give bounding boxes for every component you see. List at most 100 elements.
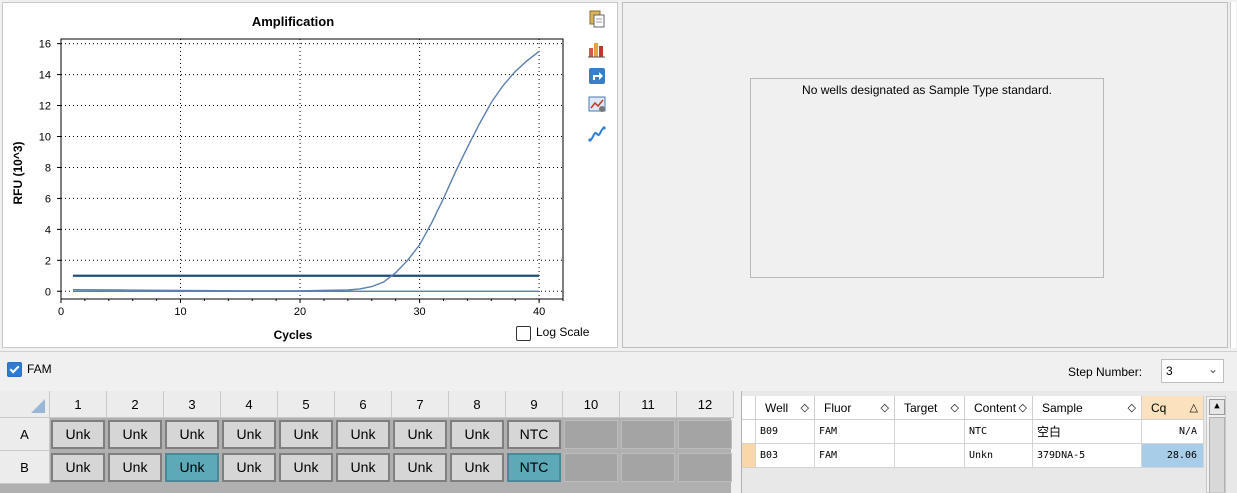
- plate-well[interactable]: NTC: [507, 453, 561, 482]
- scroll-up-icon[interactable]: ▲: [1209, 399, 1225, 415]
- plate-well[interactable]: Unk: [336, 420, 390, 449]
- fam-checkbox[interactable]: [7, 362, 22, 377]
- plate-well[interactable]: Unk: [450, 453, 504, 482]
- y-tick-label: 6: [45, 193, 51, 205]
- table-header-target[interactable]: Target ◇: [895, 396, 965, 420]
- x-tick-label: 0: [58, 306, 64, 318]
- plate-column-header[interactable]: 7: [392, 391, 449, 418]
- copy-icon[interactable]: [587, 9, 607, 29]
- table-header-well[interactable]: Well ◇: [756, 396, 815, 420]
- plate-column-header[interactable]: 11: [620, 391, 677, 418]
- plate-well[interactable]: Unk: [108, 453, 162, 482]
- table-row-indicator[interactable]: [742, 420, 756, 444]
- log-scale-checkbox[interactable]: [516, 326, 531, 341]
- table-header-cq[interactable]: Cq △: [1142, 396, 1204, 420]
- sort-icon: ◇: [1127, 402, 1136, 414]
- step-number-select[interactable]: 3 ⌄: [1161, 359, 1224, 383]
- plate-well[interactable]: NTC: [507, 420, 561, 449]
- table-cell-cq[interactable]: 28.06: [1142, 444, 1204, 468]
- chart-settings-icon[interactable]: [587, 94, 607, 114]
- y-tick-label: 0: [45, 286, 51, 298]
- plate-row-header[interactable]: B: [0, 451, 50, 484]
- table-cell-well[interactable]: B03: [756, 444, 815, 468]
- table-cell-cq[interactable]: N/A: [1142, 420, 1204, 444]
- y-tick-label: 4: [45, 224, 51, 236]
- table-header-content[interactable]: Content ◇: [965, 396, 1033, 420]
- plate-well[interactable]: Unk: [450, 420, 504, 449]
- plate-well[interactable]: Unk: [393, 420, 447, 449]
- plate-corner[interactable]: [0, 391, 50, 418]
- standard-curve-message-box: No wells designated as Sample Type stand…: [750, 78, 1104, 278]
- select-all-icon: [30, 399, 45, 413]
- plate-well[interactable]: Unk: [222, 453, 276, 482]
- table-cell-target[interactable]: [895, 444, 965, 468]
- chevron-down-icon: ⌄: [1207, 362, 1218, 376]
- table-cell-fluor[interactable]: FAM: [815, 444, 895, 468]
- table-header-label: Well: [765, 401, 789, 415]
- y-tick-label: 10: [39, 132, 51, 144]
- export-icon[interactable]: [587, 66, 607, 86]
- right-scroll-edge: [1230, 2, 1236, 348]
- fam-label: FAM: [27, 362, 52, 376]
- plate-row-header[interactable]: A: [0, 418, 50, 451]
- table-header-sample[interactable]: Sample ◇: [1033, 396, 1142, 420]
- plate-column-header[interactable]: 4: [221, 391, 278, 418]
- plate-view: 1 2 3 4 5 6 7 8 9 10 11 12 A Unk Unk Unk Unk Unk Unk Unk Unk…: [0, 391, 734, 493]
- plate-well[interactable]: Unk: [222, 420, 276, 449]
- x-tick-label: 20: [294, 306, 306, 318]
- plot-area: [60, 38, 564, 300]
- x-tick-label: 40: [533, 306, 545, 318]
- plate-well[interactable]: [564, 453, 618, 482]
- y-tick-label: 14: [39, 70, 51, 82]
- y-tick-label: 2: [45, 255, 51, 267]
- step-number-label: Step Number:: [1068, 365, 1143, 379]
- table-cell-sample[interactable]: 空白: [1033, 420, 1142, 444]
- sort-icon: ◇: [950, 402, 959, 414]
- table-header-fluor[interactable]: Fluor ◇: [815, 396, 895, 420]
- plate-well[interactable]: Unk: [279, 420, 333, 449]
- plate-column-header[interactable]: 2: [107, 391, 164, 418]
- plate-column-header[interactable]: 10: [563, 391, 620, 418]
- table-header-label: Sample: [1042, 401, 1083, 415]
- chart-title: Amplification: [252, 14, 334, 29]
- x-axis-label: Cycles: [274, 328, 313, 342]
- plate-column-header[interactable]: 12: [677, 391, 734, 418]
- log-scale-label: Log Scale: [536, 325, 590, 339]
- plate-well[interactable]: Unk: [279, 453, 333, 482]
- curve-icon[interactable]: [587, 124, 607, 144]
- plate-column-header[interactable]: 6: [335, 391, 392, 418]
- plate-well[interactable]: [678, 420, 732, 449]
- plate-well[interactable]: Unk: [51, 420, 105, 449]
- plate-well[interactable]: Unk: [165, 453, 219, 482]
- plate-well[interactable]: Unk: [108, 420, 162, 449]
- scroll-thumb[interactable]: [1209, 417, 1225, 492]
- chart-bars-icon[interactable]: [587, 39, 607, 59]
- step-number-value: 3: [1166, 364, 1173, 378]
- table-cell-fluor[interactable]: FAM: [815, 420, 895, 444]
- table-row-indicator[interactable]: [742, 444, 756, 468]
- table-header-label: Cq: [1151, 401, 1167, 415]
- table-cell-sample[interactable]: 379DNA-5: [1033, 444, 1142, 468]
- well-results-table: Well ◇ Fluor ◇ Target ◇ Content ◇ Sample ◇ Cq △ B09 F…: [741, 391, 1237, 493]
- plate-column-header[interactable]: 3: [164, 391, 221, 418]
- plate-well[interactable]: Unk: [165, 420, 219, 449]
- plate-column-header[interactable]: 8: [449, 391, 506, 418]
- plate-column-header[interactable]: 1: [50, 391, 107, 418]
- plate-well[interactable]: [678, 453, 732, 482]
- table-cell-content[interactable]: Unkn: [965, 444, 1033, 468]
- plate-column-header[interactable]: 5: [278, 391, 335, 418]
- table-scrollbar[interactable]: ▲: [1206, 396, 1226, 493]
- table-cell-content[interactable]: NTC: [965, 420, 1033, 444]
- plate-well[interactable]: Unk: [393, 453, 447, 482]
- plate-column-header[interactable]: 9: [506, 391, 563, 418]
- plate-well[interactable]: [621, 420, 675, 449]
- plate-well[interactable]: [564, 420, 618, 449]
- x-tick-label: 10: [174, 306, 186, 318]
- plate-well[interactable]: [621, 453, 675, 482]
- plate-well[interactable]: Unk: [336, 453, 390, 482]
- plate-well[interactable]: Unk: [51, 453, 105, 482]
- table-cell-target[interactable]: [895, 420, 965, 444]
- y-tick-label: 8: [45, 162, 51, 174]
- table-cell-well[interactable]: B09: [756, 420, 815, 444]
- sort-icon: ◇: [800, 402, 809, 414]
